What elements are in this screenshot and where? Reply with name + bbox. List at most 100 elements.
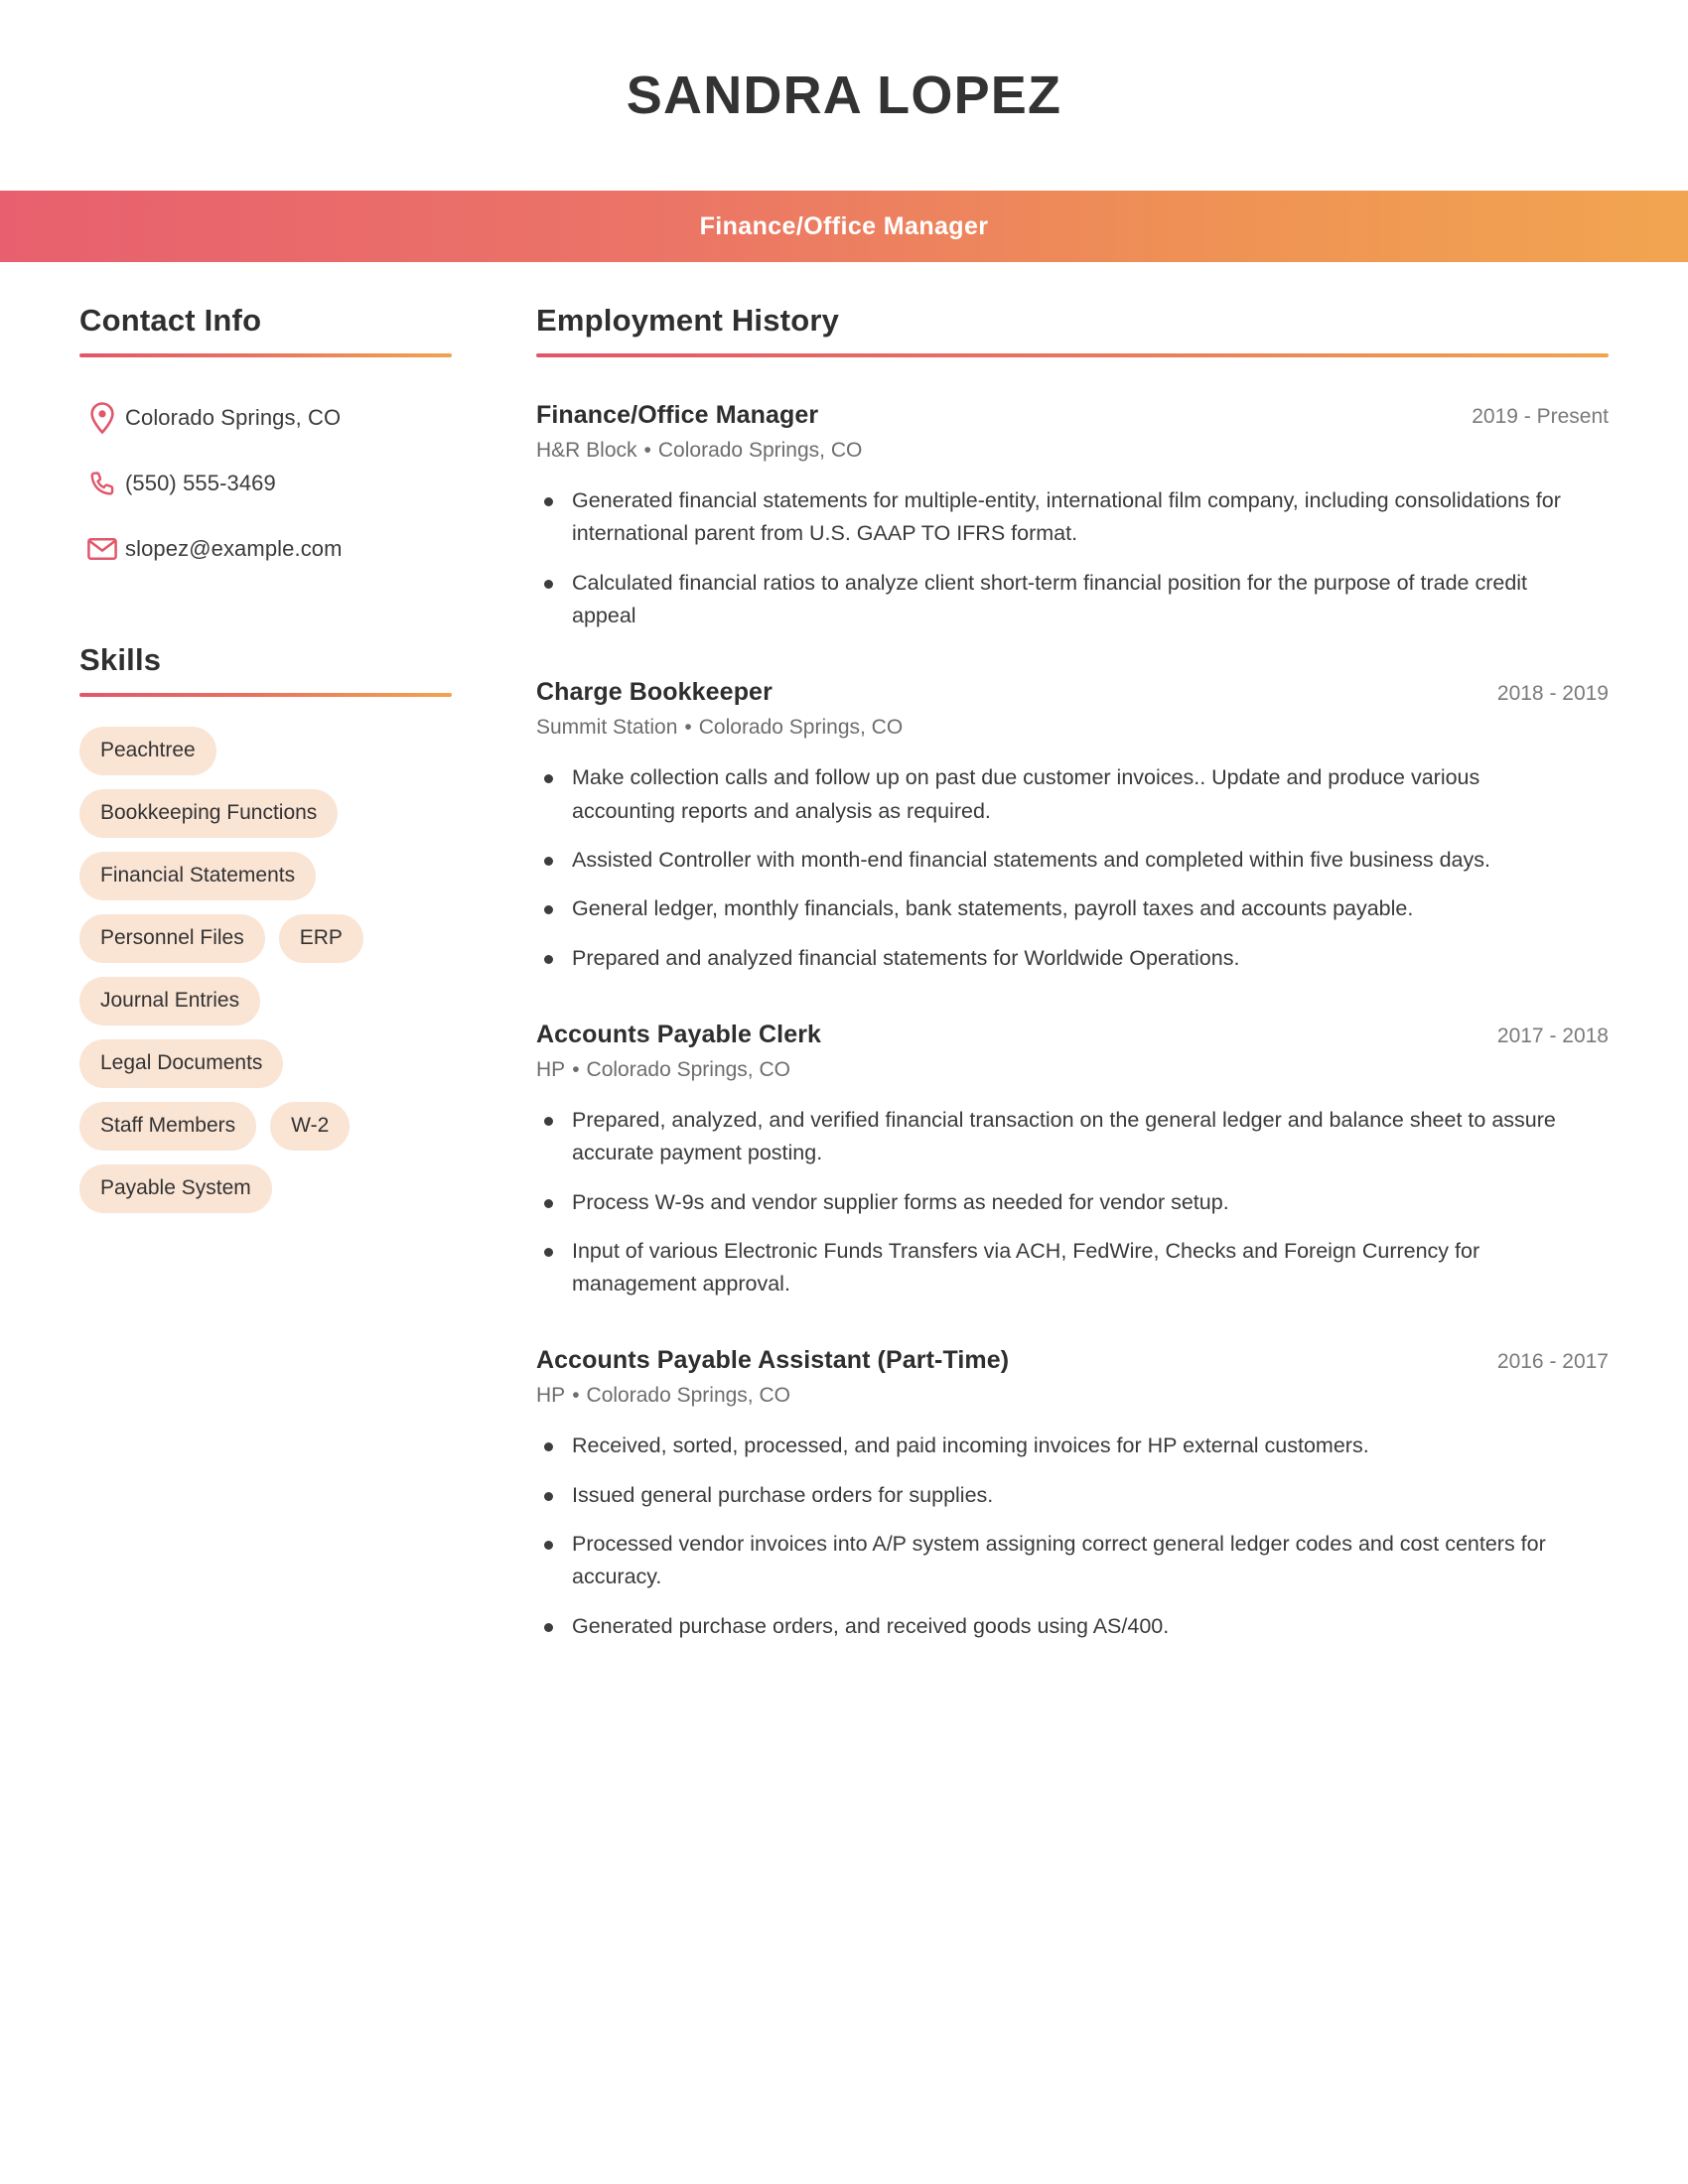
job-bullet: Calculated financial ratios to analyze c… <box>536 567 1569 633</box>
meta-separator-dot: • <box>572 1384 580 1408</box>
job-entry: Charge Bookkeeper 2018 - 2019 Summit Sta… <box>536 678 1609 975</box>
job-entry: Accounts Payable Clerk 2017 - 2018 HP • Co… <box>536 1021 1609 1301</box>
contact-email-value: slopez@example.com <box>125 536 343 562</box>
envelope-icon <box>79 537 125 561</box>
job-bullet-text: Processed vendor invoices into A/P syste… <box>572 1532 1546 1589</box>
job-company: HP <box>536 1384 566 1408</box>
job-bullet-list: Generated financial statements for multi… <box>536 484 1609 632</box>
contact-location-value: Colorado Springs, CO <box>125 405 342 431</box>
job-company-location: HP • Colorado Springs, CO <box>536 1384 1609 1408</box>
contact-info-divider <box>79 353 452 358</box>
skill-pill: Peachtree <box>79 727 216 776</box>
job-bullet-list: Make collection calls and follow up on p… <box>536 761 1609 975</box>
job-bullet: Make collection calls and follow up on p… <box>536 761 1569 828</box>
resume-body: Contact Info Colorado Springs, CO (550) … <box>0 262 1688 1643</box>
job-dates: 2019 - Present <box>1472 405 1609 429</box>
job-bullet: Generated financial statements for multi… <box>536 484 1569 551</box>
skills-pill-list: Peachtree Bookkeeping Functions Financia… <box>79 727 442 1214</box>
job-bullet: Assisted Controller with month-end finan… <box>536 844 1569 877</box>
job-bullet-text: Generated purchase orders, and received … <box>572 1613 1170 1638</box>
resume-header: SANDRA LOPEZ <box>0 0 1688 191</box>
contact-list: Colorado Springs, CO (550) 555-3469 slop… <box>79 385 442 582</box>
contact-item-email: slopez@example.com <box>79 516 442 582</box>
meta-separator-dot: • <box>643 439 651 463</box>
job-title: Charge Bookkeeper <box>536 678 773 707</box>
bullet-dot-icon <box>544 579 553 589</box>
bullet-dot-icon <box>544 497 553 507</box>
job-header: Accounts Payable Assistant (Part-Time) 2… <box>536 1346 1609 1375</box>
job-company-location: HP • Colorado Springs, CO <box>536 1058 1609 1082</box>
skill-pill: ERP <box>278 914 363 964</box>
job-company: Summit Station <box>536 716 678 740</box>
skill-pill: Financial Statements <box>79 852 317 901</box>
bullet-dot-icon <box>544 856 553 866</box>
job-company-location: Summit Station • Colorado Springs, CO <box>536 716 1609 740</box>
job-bullet-text: Make collection calls and follow up on p… <box>572 765 1480 823</box>
job-entry: Accounts Payable Assistant (Part-Time) 2… <box>536 1346 1609 1643</box>
job-title: Accounts Payable Clerk <box>536 1020 822 1048</box>
job-bullet: Issued general purchase orders for suppl… <box>536 1479 1569 1512</box>
job-bullet-text: General ledger, monthly financials, bank… <box>572 896 1414 921</box>
employment-history-heading: Employment History <box>536 303 840 338</box>
skill-pill: Payable System <box>79 1164 272 1214</box>
job-bullet: Input of various Electronic Funds Transf… <box>536 1235 1569 1301</box>
bullet-dot-icon <box>544 1541 553 1551</box>
job-bullet-text: Issued general purchase orders for suppl… <box>572 1482 994 1507</box>
contact-item-phone: (550) 555-3469 <box>79 451 442 516</box>
job-location: Colorado Springs, CO <box>698 716 904 740</box>
bullet-dot-icon <box>544 774 553 784</box>
bullet-dot-icon <box>544 1622 553 1632</box>
title-banner: Finance/Office Manager <box>0 191 1688 262</box>
job-bullet: Prepared, analyzed, and verified financi… <box>536 1104 1569 1170</box>
contact-item-location: Colorado Springs, CO <box>79 385 442 451</box>
job-company: H&R Block <box>536 439 637 463</box>
skills-heading: Skills <box>79 642 162 678</box>
skill-pill: Personnel Files <box>79 914 265 964</box>
skill-pill: Journal Entries <box>79 977 261 1026</box>
job-title: Finance/Office Manager <box>536 401 819 430</box>
job-bullet-text: Process W-9s and vendor supplier forms a… <box>572 1189 1229 1214</box>
main-column: Employment History Finance/Office Manage… <box>462 303 1688 1643</box>
bullet-dot-icon <box>544 1198 553 1208</box>
skill-pill: Staff Members <box>79 1102 257 1152</box>
job-bullet: Received, sorted, processed, and paid in… <box>536 1430 1569 1462</box>
job-header: Accounts Payable Clerk 2017 - 2018 <box>536 1021 1609 1049</box>
job-dates: 2018 - 2019 <box>1496 682 1609 706</box>
phone-icon <box>79 470 125 497</box>
job-header: Charge Bookkeeper 2018 - 2019 <box>536 678 1609 707</box>
resume-page: SANDRA LOPEZ Finance/Office Manager Cont… <box>0 0 1688 2184</box>
meta-separator-dot: • <box>684 716 692 740</box>
job-bullet-text: Generated financial statements for multi… <box>572 488 1561 546</box>
job-bullet-list: Received, sorted, processed, and paid in… <box>536 1430 1609 1643</box>
job-bullet: Processed vendor invoices into A/P syste… <box>536 1528 1569 1594</box>
skill-pill: Bookkeeping Functions <box>79 789 339 839</box>
job-company-location: H&R Block • Colorado Springs, CO <box>536 439 1609 463</box>
job-header: Finance/Office Manager 2019 - Present <box>536 401 1609 430</box>
employment-history-section: Employment History Finance/Office Manage… <box>536 303 1609 1643</box>
job-bullet-list: Prepared, analyzed, and verified financi… <box>536 1104 1609 1301</box>
job-bullet-text: Calculated financial ratios to analyze c… <box>572 570 1528 628</box>
meta-separator-dot: • <box>572 1057 580 1081</box>
bullet-dot-icon <box>544 1491 553 1501</box>
job-bullet: Process W-9s and vendor supplier forms a… <box>536 1186 1569 1219</box>
bullet-dot-icon <box>544 1247 553 1257</box>
job-bullet-text: Input of various Electronic Funds Transf… <box>572 1238 1480 1297</box>
skill-pill: Legal Documents <box>79 1039 284 1089</box>
job-dates: 2016 - 2017 <box>1496 1350 1609 1374</box>
location-pin-icon <box>79 402 125 435</box>
skill-pill: W-2 <box>270 1102 351 1152</box>
skills-divider <box>79 693 452 698</box>
job-bullet: Prepared and analyzed financial statemen… <box>536 942 1569 975</box>
job-bullet-text: Received, sorted, processed, and paid in… <box>572 1433 1369 1458</box>
job-location: Colorado Springs, CO <box>657 439 863 463</box>
job-title: Accounts Payable Assistant (Part-Time) <box>536 1346 1010 1375</box>
job-company: HP <box>536 1057 566 1081</box>
candidate-job-title: Finance/Office Manager <box>699 211 989 240</box>
job-dates: 2017 - 2018 <box>1496 1024 1609 1047</box>
contact-info-section: Contact Info Colorado Springs, CO (550) … <box>79 303 452 582</box>
bullet-dot-icon <box>544 1442 553 1452</box>
job-bullet-text: Assisted Controller with month-end finan… <box>572 847 1490 872</box>
bullet-dot-icon <box>544 905 553 915</box>
job-bullet: Generated purchase orders, and received … <box>536 1610 1569 1643</box>
candidate-name: SANDRA LOPEZ <box>626 66 1062 125</box>
